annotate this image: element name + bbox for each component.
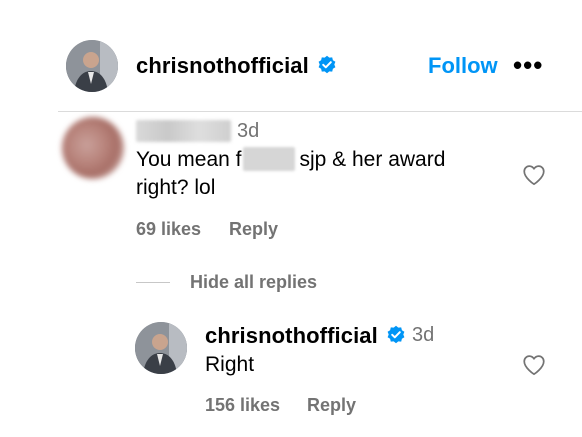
comment-reply-button[interactable]: Reply <box>229 219 278 240</box>
comment-text-part1: You mean f <box>136 148 242 171</box>
reply-text: Right <box>205 353 255 376</box>
censored-word <box>243 147 296 171</box>
comment-text-line2: right? lol <box>136 176 216 199</box>
user-avatar-icon <box>135 322 187 374</box>
reply-timestamp: 3d <box>412 324 435 346</box>
reply-author-username[interactable]: chrisnothofficial <box>205 323 378 349</box>
comment-text-part2: sjp & her award <box>299 148 446 171</box>
comment-likes-count[interactable]: 69 likes <box>136 219 201 240</box>
heart-outline-icon[interactable] <box>521 162 547 188</box>
reply-likes-count[interactable]: 156 likes <box>205 395 280 416</box>
hide-replies-button[interactable]: Hide all replies <box>190 272 317 293</box>
follow-button[interactable]: Follow <box>428 53 498 79</box>
verified-badge-icon <box>387 325 405 344</box>
heart-outline-icon[interactable] <box>521 352 547 378</box>
commenter-avatar[interactable] <box>62 117 124 179</box>
verified-badge-icon <box>318 55 336 74</box>
more-options-button[interactable]: ••• <box>513 52 543 78</box>
commenter-username-blurred[interactable] <box>136 120 231 142</box>
post-author-avatar[interactable] <box>66 40 118 92</box>
comment-text: You mean f sjp & her award right? lol <box>136 146 445 202</box>
post-author-username[interactable]: chrisnothofficial <box>136 53 309 79</box>
header-divider <box>58 111 582 112</box>
user-avatar-icon <box>66 40 118 92</box>
replies-divider-line <box>136 282 170 283</box>
reply-author-avatar[interactable] <box>135 322 187 374</box>
reply-reply-button[interactable]: Reply <box>307 395 356 416</box>
comment-timestamp: 3d <box>237 120 260 142</box>
